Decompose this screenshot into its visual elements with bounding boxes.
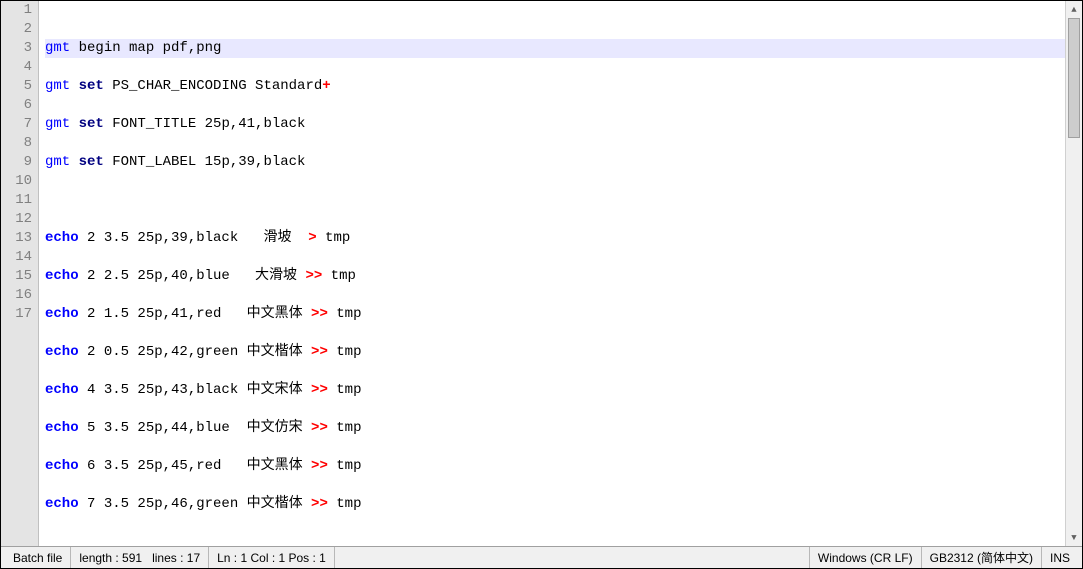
- code-line[interactable]: echo 4 3.5 25p,43,black 中文宋体 >> tmp: [45, 381, 1065, 400]
- line-number: 11: [9, 191, 32, 210]
- status-position: Ln : 1 Col : 1 Pos : 1: [209, 547, 335, 568]
- code-editor[interactable]: gmt begin map pdf,png gmt set PS_CHAR_EN…: [39, 1, 1065, 546]
- scroll-down-arrow-icon[interactable]: ▼: [1066, 529, 1082, 546]
- code-line[interactable]: gmt set FONT_LABEL 15p,39,black: [45, 153, 1065, 172]
- line-number: 14: [9, 248, 32, 267]
- status-spacer: [335, 547, 810, 568]
- code-line[interactable]: echo 6 3.5 25p,45,red 中文黑体 >> tmp: [45, 457, 1065, 476]
- line-number: 3: [9, 39, 32, 58]
- line-number-gutter[interactable]: 1234567891011121314151617: [1, 1, 39, 546]
- line-number: 4: [9, 58, 32, 77]
- line-number: 17: [9, 305, 32, 324]
- status-encoding: GB2312 (简体中文): [922, 547, 1042, 568]
- line-number: 6: [9, 96, 32, 115]
- line-number: 5: [9, 77, 32, 96]
- editor-area: 1234567891011121314151617 gmt begin map …: [1, 1, 1082, 546]
- status-bar: Batch file length : 591 lines : 17 Ln : …: [1, 546, 1082, 568]
- status-eol: Windows (CR LF): [810, 547, 922, 568]
- line-number: 12: [9, 210, 32, 229]
- code-line[interactable]: gmt set PS_CHAR_ENCODING Standard+: [45, 77, 1065, 96]
- code-line[interactable]: echo 5 3.5 25p,44,blue 中文仿宋 >> tmp: [45, 419, 1065, 438]
- scroll-up-arrow-icon[interactable]: ▲: [1066, 1, 1082, 18]
- code-line[interactable]: gmt set FONT_TITLE 25p,41,black: [45, 115, 1065, 134]
- line-number: 8: [9, 134, 32, 153]
- line-number: 16: [9, 286, 32, 305]
- status-length: length : 591 lines : 17: [71, 547, 209, 568]
- code-line[interactable]: gmt begin map pdf,png: [45, 39, 1065, 58]
- line-number: 10: [9, 172, 32, 191]
- status-length-label: length : 591: [79, 551, 142, 565]
- code-line[interactable]: echo 2 2.5 25p,40,blue 大滑坡 >> tmp: [45, 267, 1065, 286]
- code-line[interactable]: [45, 191, 1065, 210]
- vertical-scrollbar[interactable]: ▲ ▼: [1065, 1, 1082, 546]
- code-line[interactable]: [45, 533, 1065, 546]
- scrollbar-thumb[interactable]: [1068, 18, 1080, 138]
- status-lines-label: lines : 17: [152, 551, 200, 565]
- code-line[interactable]: echo 7 3.5 25p,46,green 中文楷体 >> tmp: [45, 495, 1065, 514]
- line-number: 1: [9, 1, 32, 20]
- line-number: 13: [9, 229, 32, 248]
- status-ins: INS: [1042, 547, 1078, 568]
- line-number: 9: [9, 153, 32, 172]
- line-number: 7: [9, 115, 32, 134]
- code-line[interactable]: echo 2 3.5 25p,39,black 滑坡 > tmp: [45, 229, 1065, 248]
- line-number: 2: [9, 20, 32, 39]
- status-filetype: Batch file: [5, 547, 71, 568]
- line-number: 15: [9, 267, 32, 286]
- code-line[interactable]: echo 2 0.5 25p,42,green 中文楷体 >> tmp: [45, 343, 1065, 362]
- code-line[interactable]: echo 2 1.5 25p,41,red 中文黑体 >> tmp: [45, 305, 1065, 324]
